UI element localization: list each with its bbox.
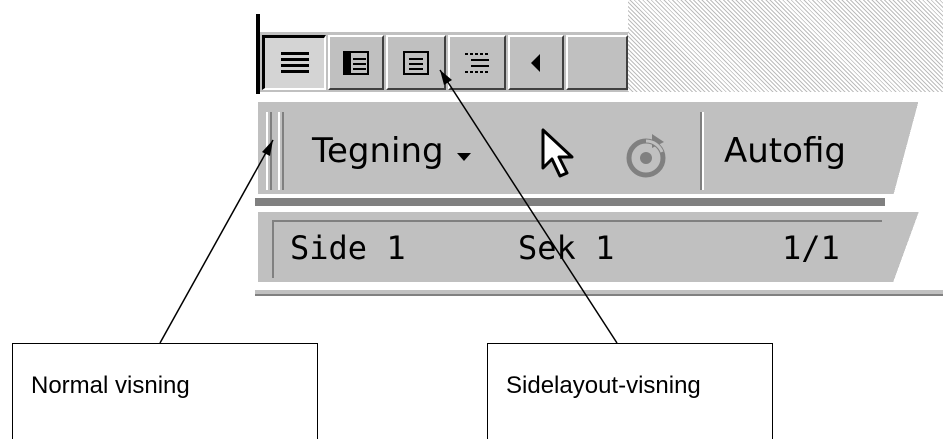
callout-page-layout-label: Sidelayout-visning bbox=[506, 372, 701, 399]
callout-normal-label: Normal visning bbox=[31, 372, 190, 399]
callout-normal-view: Normal visning bbox=[12, 343, 318, 439]
callout-page-layout-view: Sidelayout-visning bbox=[487, 343, 773, 439]
